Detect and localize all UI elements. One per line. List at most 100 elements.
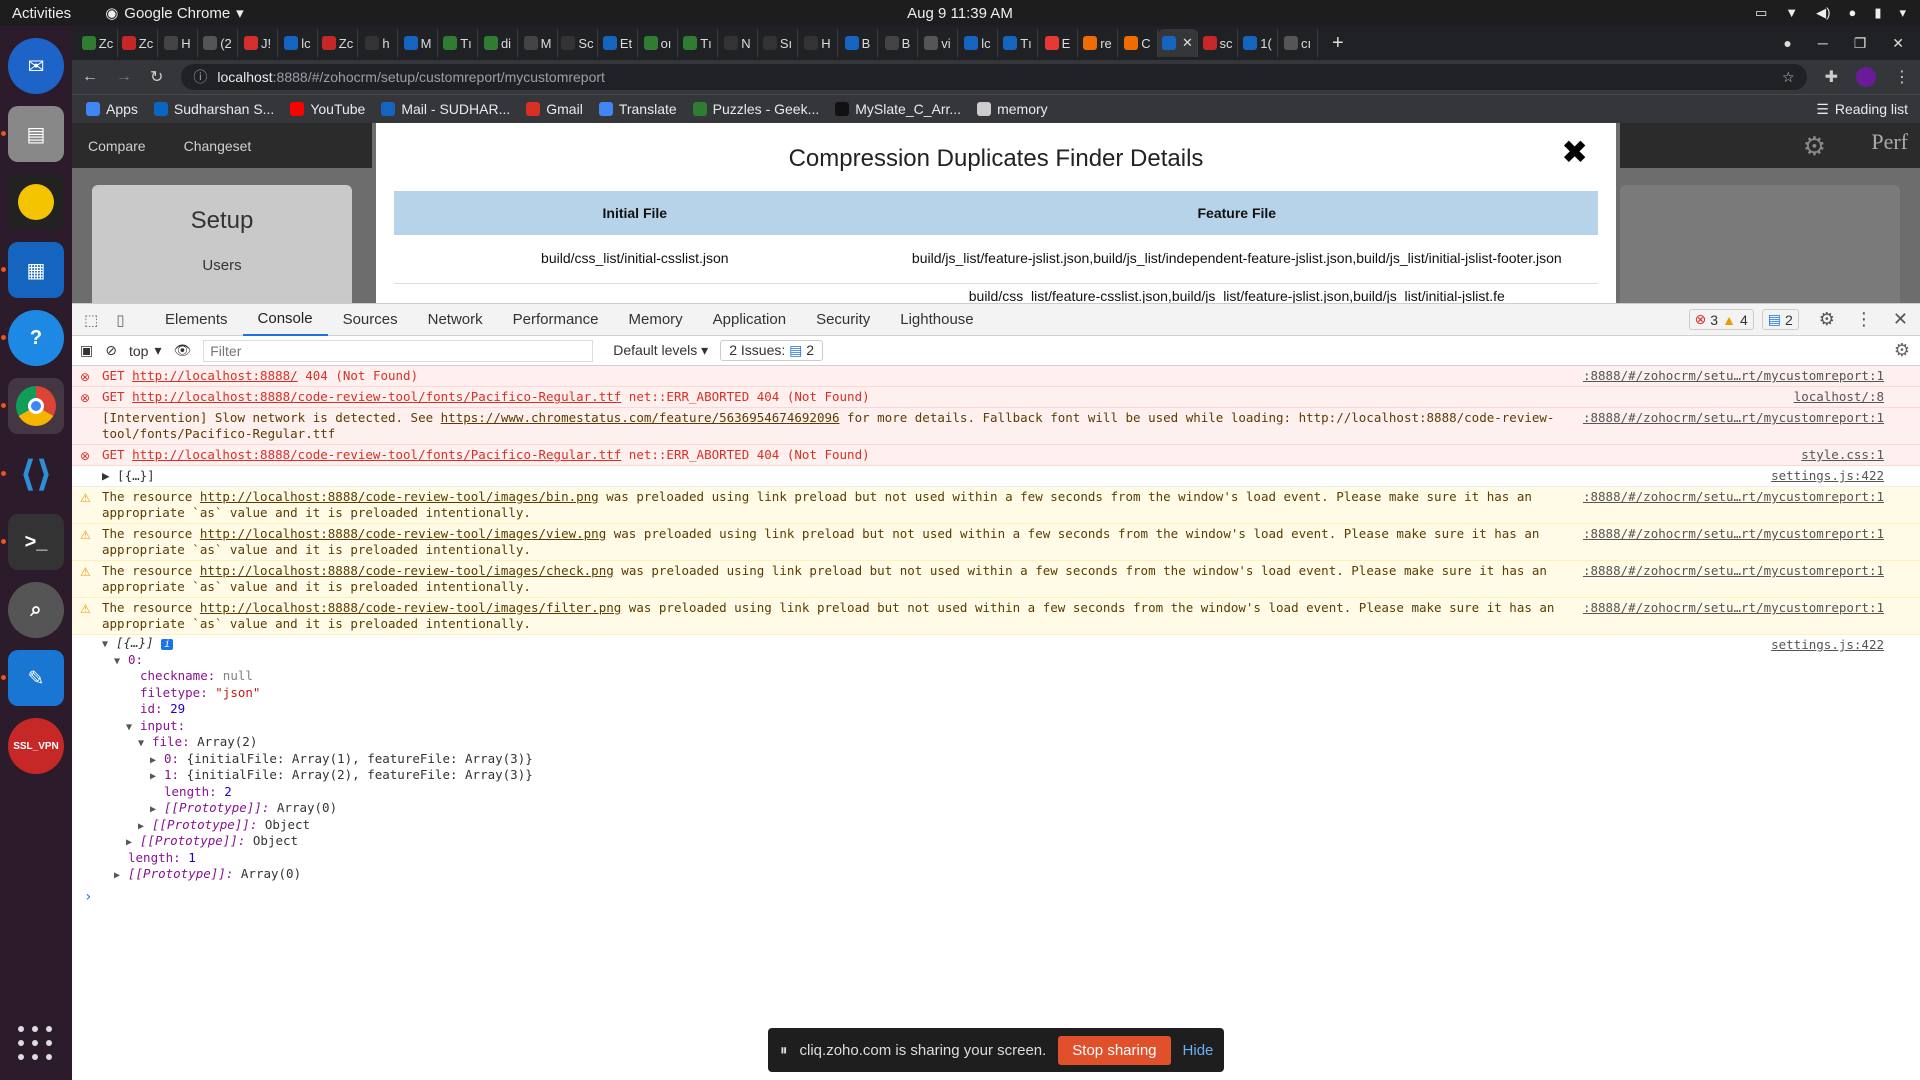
close-window-icon[interactable]: ✕: [1892, 35, 1904, 52]
browser-tab[interactable]: E: [1038, 29, 1078, 57]
bookmark-item[interactable]: Mail - SUDHAR...: [381, 101, 510, 117]
minimize-icon[interactable]: ─: [1818, 35, 1828, 52]
show-apps-icon[interactable]: [18, 1026, 54, 1062]
browser-tab[interactable]: C: [1118, 29, 1158, 57]
hide-button[interactable]: Hide: [1183, 1042, 1214, 1059]
bookmark-item[interactable]: Translate: [598, 101, 677, 117]
console-source-link[interactable]: settings.js:422: [1771, 637, 1884, 653]
browser-tab[interactable]: h: [358, 29, 398, 57]
tree-node[interactable]: ▼ input:: [102, 718, 1920, 735]
tab-close-icon[interactable]: ✕: [1182, 35, 1193, 51]
devtools-tab-application[interactable]: Application: [698, 304, 801, 336]
console-source-link[interactable]: :8888/#/zohocrm/setu…rt/mycustomreport:1: [1583, 526, 1884, 542]
files-icon[interactable]: ▤: [1, 106, 64, 162]
maximize-icon[interactable]: ❐: [1854, 35, 1867, 52]
browser-tab[interactable]: Tı: [998, 29, 1038, 57]
console-source-link[interactable]: :8888/#/zohocrm/setu…rt/mycustomreport:1: [1583, 489, 1884, 505]
bookmark-star-icon[interactable]: ☆: [1782, 69, 1795, 86]
message-link[interactable]: http://localhost:8888/code-review-tool/i…: [200, 526, 606, 541]
address-bar[interactable]: ⓘ localhost:8888/#/zohocrm/setup/customr…: [181, 64, 1807, 90]
tree-node[interactable]: ▶ [[Prototype]]: Array(0): [102, 800, 1920, 817]
browser-tab[interactable]: ✕: [1158, 29, 1198, 57]
console-source-link[interactable]: :8888/#/zohocrm/setu…rt/mycustomreport:1: [1583, 600, 1884, 616]
browser-tab[interactable]: H: [158, 29, 198, 57]
console-source-link[interactable]: :8888/#/zohocrm/setu…rt/mycustomreport:1: [1583, 368, 1884, 384]
browser-tab[interactable]: M: [398, 29, 438, 57]
nav-changeset[interactable]: Changeset: [184, 138, 252, 154]
text-editor-icon[interactable]: ✎: [1, 650, 64, 706]
tree-node[interactable]: ▶ [[Prototype]]: Object: [102, 833, 1920, 850]
console-prompt[interactable]: ›: [72, 889, 1920, 905]
browser-tab[interactable]: N: [718, 29, 758, 57]
console-source-link[interactable]: :8888/#/zohocrm/setu…rt/mycustomreport:1: [1583, 410, 1884, 426]
bookmark-item[interactable]: Gmail: [526, 101, 583, 117]
system-tray[interactable]: ▭ ▼ ◀) ● ▮ ▾: [1755, 5, 1906, 21]
console-source-link[interactable]: settings.js:422: [1771, 468, 1884, 484]
devtools-tab-performance[interactable]: Performance: [498, 304, 614, 336]
filter-input[interactable]: [203, 339, 594, 362]
help-icon[interactable]: ?: [1, 310, 64, 366]
browser-tab[interactable]: Zc: [78, 29, 118, 57]
bookmark-item[interactable]: MySlate_C_Arr...: [835, 101, 961, 117]
browser-tab[interactable]: M: [518, 29, 558, 57]
chrome-dock-icon[interactable]: [1, 378, 64, 434]
new-tab-button[interactable]: +: [1332, 32, 1344, 55]
browser-tab[interactable]: Sı: [758, 29, 798, 57]
browser-tab[interactable]: B: [878, 29, 918, 57]
ssl-vpn-icon[interactable]: SSL_VPN: [8, 718, 64, 774]
tree-node[interactable]: ▶ [[Prototype]]: Array(0): [102, 866, 1920, 883]
thunderbird-icon[interactable]: ✉: [8, 38, 64, 94]
tree-node[interactable]: ▼ 0:: [102, 652, 1920, 669]
issues-button[interactable]: 2 Issues: ▤ 2: [720, 340, 824, 361]
console-settings-icon[interactable]: ⚙: [1894, 340, 1910, 361]
browser-tab[interactable]: H: [798, 29, 838, 57]
message-link[interactable]: http://localhost:8888/: [132, 368, 298, 383]
close-icon[interactable]: ✖: [1561, 133, 1588, 171]
avatar[interactable]: [1856, 67, 1876, 87]
browser-tab[interactable]: 1(: [1238, 29, 1278, 57]
tab-search-icon[interactable]: ●: [1783, 35, 1791, 52]
tree-node[interactable]: ▶ [[Prototype]]: Object: [102, 817, 1920, 834]
browser-tab[interactable]: Zc: [318, 29, 358, 57]
message-counter[interactable]: ▤ 2: [1761, 309, 1799, 330]
message-link[interactable]: http://localhost:8888/code-review-tool/i…: [200, 563, 614, 578]
bookmark-item[interactable]: Sudharshan S...: [153, 101, 274, 117]
browser-tab[interactable]: cı: [1278, 29, 1318, 57]
devtools-tab-network[interactable]: Network: [413, 304, 498, 336]
browser-tab[interactable]: re: [1078, 29, 1118, 57]
extensions-icon[interactable]: ✚: [1825, 67, 1838, 87]
device-toolbar-icon[interactable]: ▯: [116, 311, 124, 329]
console-source-link[interactable]: style.css:1: [1801, 447, 1884, 463]
search-icon[interactable]: ⌕: [8, 582, 64, 638]
tree-node[interactable]: ▶ 1: {initialFile: Array(2), featureFile:…: [102, 767, 1920, 784]
bookmark-item[interactable]: Puzzles - Geek...: [692, 101, 819, 117]
clear-console-icon[interactable]: ⊘: [105, 342, 117, 359]
browser-tab[interactable]: di: [478, 29, 518, 57]
browser-tab[interactable]: Sc: [558, 29, 598, 57]
message-link[interactable]: https://www.chromestatus.com/feature/563…: [441, 410, 840, 425]
console-source-link[interactable]: :8888/#/zohocrm/setu…rt/mycustomreport:1: [1583, 563, 1884, 579]
browser-tab[interactable]: B: [838, 29, 878, 57]
message-link[interactable]: http://localhost:8888/code-review-tool/f…: [132, 389, 621, 404]
stop-sharing-button[interactable]: Stop sharing: [1058, 1035, 1171, 1065]
log-levels-dropdown[interactable]: Default levels ▾: [613, 342, 708, 359]
message-link[interactable]: http://localhost:8888/code-review-tool/i…: [200, 600, 621, 615]
tree-node[interactable]: ▶ 0: {initialFile: Array(1), featureFile:…: [102, 751, 1920, 768]
bookmark-item[interactable]: Apps: [86, 101, 138, 117]
console-source-link[interactable]: localhost/:8: [1794, 389, 1884, 405]
message-link[interactable]: http://localhost:8888/code-review-tool/i…: [200, 489, 599, 504]
browser-tab[interactable]: oı: [638, 29, 678, 57]
devtools-tab-lighthouse[interactable]: Lighthouse: [885, 304, 988, 336]
context-selector[interactable]: top ▾: [129, 342, 162, 359]
devtools-menu-icon[interactable]: ⋮: [1855, 309, 1873, 330]
browser-tab[interactable]: Tı: [438, 29, 478, 57]
setup-item-users[interactable]: Users: [92, 257, 352, 274]
message-link[interactable]: http://localhost:8888/code-review-tool/f…: [132, 447, 621, 462]
activities-button[interactable]: Activities: [12, 5, 71, 22]
bookmark-item[interactable]: memory: [977, 101, 1048, 117]
gear-icon[interactable]: ⚙: [1803, 131, 1826, 162]
browser-tab[interactable]: lc: [278, 29, 318, 57]
chrome-menu-icon[interactable]: ⋮: [1894, 67, 1910, 87]
vscode-icon[interactable]: ⟨⟩: [1, 446, 64, 502]
devtools-tab-security[interactable]: Security: [801, 304, 885, 336]
